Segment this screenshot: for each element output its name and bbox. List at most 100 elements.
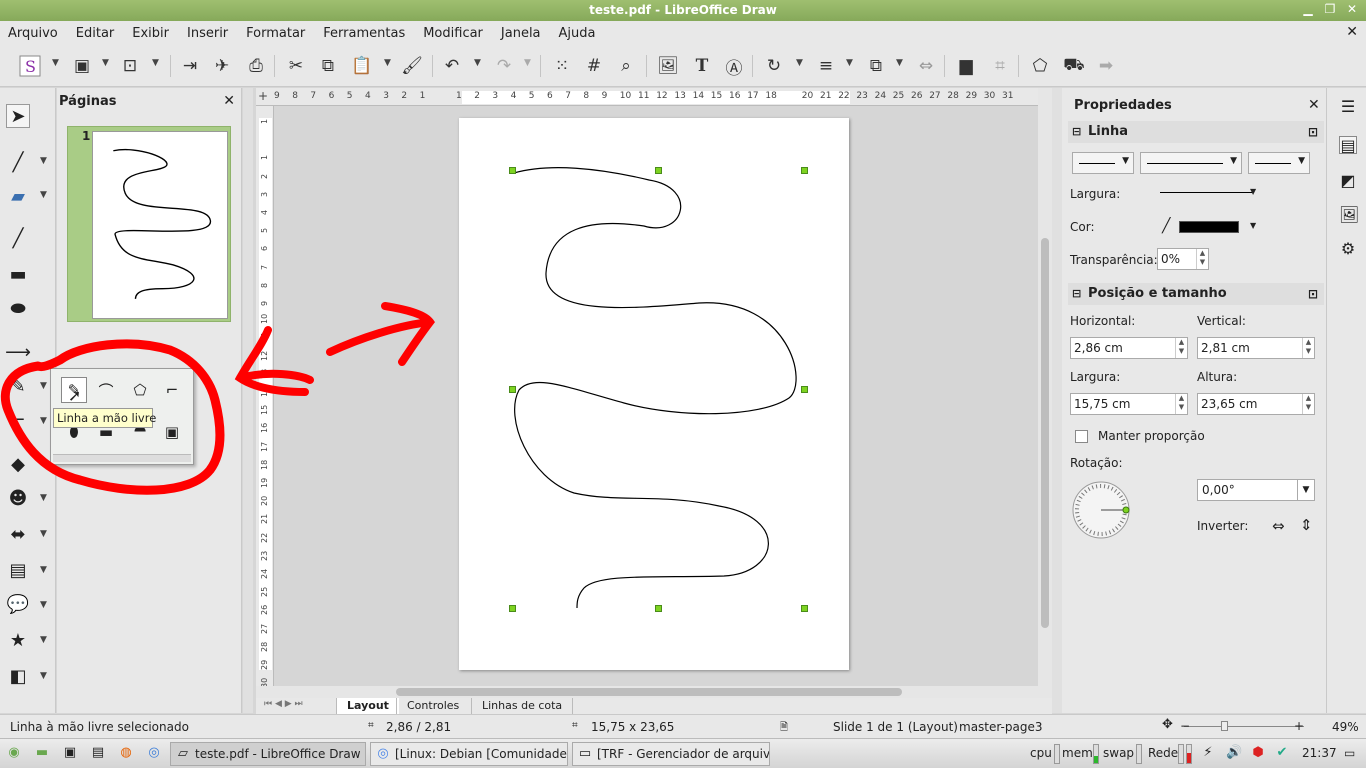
line-tool-icon[interactable]: ╱ bbox=[6, 226, 30, 250]
menu-ajuda[interactable]: Ajuda bbox=[559, 26, 596, 41]
align-icon[interactable]: ≡ bbox=[814, 54, 838, 78]
mint-menu-icon[interactable]: ◉ bbox=[6, 745, 22, 761]
properties-deck-icon[interactable]: ▤ bbox=[1339, 136, 1357, 155]
line-end-style-dropdown[interactable]: ▼ bbox=[1248, 152, 1310, 174]
left-splitter[interactable] bbox=[243, 88, 253, 713]
chevron-down-icon[interactable]: ▼ bbox=[40, 190, 47, 200]
drawing-canvas[interactable] bbox=[274, 106, 1038, 686]
files-icon[interactable]: ▤ bbox=[90, 745, 106, 761]
crop-icon[interactable]: ⌗ bbox=[988, 54, 1012, 78]
selection-handle[interactable] bbox=[509, 605, 516, 612]
selection-handle[interactable] bbox=[801, 386, 808, 393]
image-icon[interactable]: 🖼 bbox=[656, 54, 680, 78]
update-shield-icon[interactable]: ✔ bbox=[1274, 745, 1290, 761]
collapse-icon[interactable]: ⊟ bbox=[1072, 121, 1081, 143]
network-icon[interactable]: ⚡ bbox=[1200, 745, 1216, 761]
transparency-input[interactable]: 0% ▲ ▼ bbox=[1157, 248, 1209, 270]
curve-tool-icon[interactable]: ⌒ bbox=[93, 377, 119, 403]
distribute-icon[interactable]: ⇔ bbox=[914, 54, 938, 78]
taskbar-item-chrome[interactable]: ◎ [Linux: Debian [Comunidade... bbox=[370, 742, 568, 766]
connector-icon[interactable]: ⌐ bbox=[6, 408, 30, 432]
zoom-pan-icon[interactable]: ⊡ bbox=[118, 54, 142, 78]
rotation-dial[interactable] bbox=[1070, 479, 1132, 541]
menu-modificar[interactable]: Modificar bbox=[423, 26, 483, 41]
menu-formatar[interactable]: Formatar bbox=[246, 26, 305, 41]
zoom-in-icon[interactable]: + bbox=[1294, 719, 1304, 733]
stars-icon[interactable]: ★ bbox=[6, 628, 30, 652]
tab-linhas-de-cota[interactable]: Linhas de cota bbox=[471, 698, 574, 714]
print-icon[interactable]: ⎙ bbox=[244, 54, 268, 78]
block-arrows-icon[interactable]: ⬌ bbox=[6, 522, 30, 546]
menu-arquivo[interactable]: Arquivo bbox=[8, 26, 58, 41]
chevron-down-icon[interactable]: ▼ bbox=[40, 458, 47, 468]
zoom-slider[interactable] bbox=[1184, 726, 1304, 727]
chevron-down-icon[interactable]: ▼ bbox=[40, 156, 47, 166]
menu-janela[interactable]: Janela bbox=[501, 26, 541, 41]
vertical-scrollbar[interactable] bbox=[1038, 88, 1052, 686]
lines-arrows-icon[interactable]: ⟶ bbox=[5, 340, 31, 364]
fill-color-icon[interactable]: ▰ bbox=[6, 184, 30, 208]
flip-horizontal-icon[interactable]: ⇔ bbox=[1272, 517, 1285, 535]
polygon-icon[interactable]: ⬠ bbox=[127, 377, 153, 403]
firefox-icon[interactable]: ◍ bbox=[118, 745, 134, 761]
chevron-down-icon[interactable]: ▼ bbox=[40, 565, 47, 575]
vertical-position-input[interactable]: 2,81 cm ▲ ▼ bbox=[1197, 337, 1315, 359]
drawing-page[interactable] bbox=[459, 118, 849, 670]
selection-handle[interactable] bbox=[509, 167, 516, 174]
paste-icon[interactable]: 📋 bbox=[350, 54, 374, 78]
copy-icon[interactable]: ⧉ bbox=[316, 54, 340, 78]
text-icon[interactable]: T bbox=[690, 54, 714, 78]
fontwork-icon[interactable]: Ⓐ bbox=[722, 54, 746, 79]
cut-icon[interactable]: ✂ bbox=[284, 54, 308, 78]
close-icon[interactable]: ✕ bbox=[1308, 97, 1320, 113]
chevron-down-icon[interactable]: ▼ bbox=[796, 58, 803, 68]
tab-layout[interactable]: Layout bbox=[336, 698, 399, 714]
glue-points-icon[interactable]: ⛟ bbox=[1062, 54, 1086, 78]
document-modified-icon[interactable]: 🗎 bbox=[780, 720, 788, 737]
redo-icon[interactable]: ↷ bbox=[492, 54, 516, 78]
basic-shapes-icon[interactable]: ◆ bbox=[6, 452, 30, 476]
styles-deck-icon[interactable]: ◩ bbox=[1339, 172, 1357, 190]
chevron-down-icon[interactable]: ▼ bbox=[102, 58, 109, 68]
horizontal-position-input[interactable]: 2,86 cm ▲ ▼ bbox=[1070, 337, 1188, 359]
taskbar-item-draw[interactable]: ▱ teste.pdf - LibreOffice Draw bbox=[170, 742, 366, 766]
polygon-45-icon[interactable]: ⌐ bbox=[159, 377, 185, 403]
horizontal-scrollbar[interactable] bbox=[256, 686, 1052, 698]
browser-icon[interactable]: ◎ bbox=[146, 745, 162, 761]
chevron-down-icon[interactable]: ▼ bbox=[40, 635, 47, 645]
ellipse-icon[interactable]: ⬬ bbox=[6, 296, 30, 320]
position-size-section-header[interactable]: ⊟ Posição e tamanho ⊡ bbox=[1068, 283, 1324, 305]
scrollbar-thumb[interactable] bbox=[396, 688, 902, 696]
user-icon[interactable]: ▭ bbox=[1344, 746, 1355, 760]
collapse-icon[interactable]: ⊟ bbox=[1072, 283, 1081, 305]
transformations-icon[interactable]: ↻ bbox=[762, 54, 786, 78]
polygon-45-filled-icon[interactable]: ▣ bbox=[159, 419, 185, 445]
zoom-level[interactable]: 49% bbox=[1332, 720, 1359, 734]
chevron-down-icon[interactable]: ▼ bbox=[1297, 480, 1314, 500]
volume-icon[interactable]: 🔊 bbox=[1226, 745, 1242, 761]
restore-icon[interactable]: ❐ bbox=[1322, 2, 1338, 18]
gallery-deck-icon[interactable]: 🖼 bbox=[1339, 206, 1359, 224]
keep-ratio-checkbox[interactable] bbox=[1075, 430, 1088, 443]
navigator-deck-icon[interactable]: ⚙ bbox=[1339, 240, 1357, 258]
height-input[interactable]: 23,65 cm ▲ ▼ bbox=[1197, 393, 1315, 415]
tab-controles[interactable]: Controles bbox=[396, 698, 469, 714]
undo-icon[interactable]: ↶ bbox=[440, 54, 464, 78]
clone-formatting-icon[interactable]: 🖌 bbox=[400, 54, 424, 78]
width-input[interactable]: 15,75 cm ▲ ▼ bbox=[1070, 393, 1188, 415]
curve-icon[interactable]: ✎ bbox=[6, 374, 30, 398]
flowchart-icon[interactable]: ▤ bbox=[6, 558, 30, 582]
helplines-icon[interactable]: # bbox=[582, 54, 606, 78]
taskbar-item-file-manager[interactable]: ▭ [TRF - Gerenciador de arquiv... bbox=[572, 742, 770, 766]
chevron-down-icon[interactable]: ▼ bbox=[40, 529, 47, 539]
toggle-extrusion-icon[interactable]: ➡ bbox=[1094, 54, 1118, 78]
menu-icon[interactable]: ☰ bbox=[1339, 98, 1357, 116]
menu-editar[interactable]: Editar bbox=[76, 26, 115, 41]
shadow-icon[interactable]: ▆ bbox=[954, 54, 978, 78]
selection-handle[interactable] bbox=[801, 167, 808, 174]
selection-handle[interactable] bbox=[801, 605, 808, 612]
chevron-down-icon[interactable]: ▼ bbox=[846, 58, 853, 68]
right-splitter[interactable] bbox=[1052, 88, 1062, 713]
points-icon[interactable]: ⬠ bbox=[1028, 54, 1052, 78]
line-width-preview[interactable] bbox=[1160, 192, 1252, 193]
